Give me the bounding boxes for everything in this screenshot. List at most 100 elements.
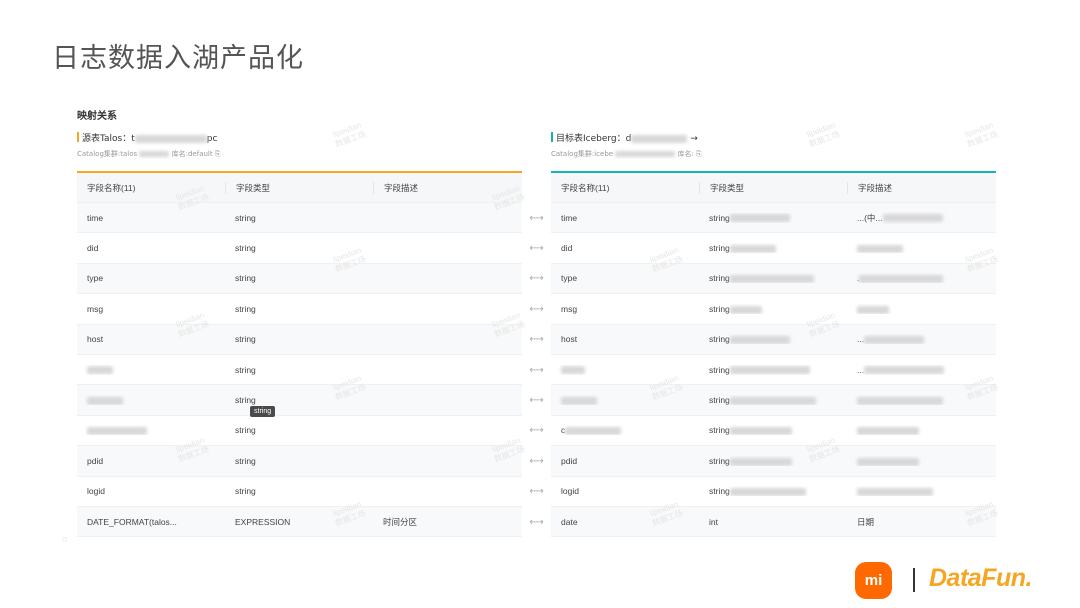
field-desc-cell [847,243,996,253]
field-type-cell: string [699,365,847,375]
field-type-cell: string [699,334,847,344]
target-name-redacted [631,134,688,143]
table-row[interactable]: type string. [551,263,996,295]
mapping-arrow-icon: ⟷ [529,212,544,224]
table-row[interactable]: host string [77,324,522,355]
redacted-text [87,427,147,436]
table-header-row: 字段名称(11) 字段类型 字段描述 [551,173,996,203]
table-row[interactable]: type string [77,263,522,295]
redacted-text [87,366,113,375]
field-name-cell [77,425,225,436]
xiaomi-logo: mi [855,562,892,599]
redacted-text [729,244,776,253]
table-row[interactable]: did string [77,233,522,264]
table-row[interactable]: DATE_FORMAT(talos... EXPRESSION 时间分区 [77,506,522,538]
redacted-text [729,305,762,314]
field-name-cell: pdid [561,455,578,466]
redacted-text [857,487,933,496]
mapping-arrow-icon: ⟷ [529,243,544,255]
table-row[interactable]: msg string [551,294,996,325]
table-row[interactable]: logid string [551,476,996,507]
source-label: 源表Talos： [82,134,132,144]
datafun-logo: DataFun. [929,564,1032,592]
table-row[interactable]: logid string [77,476,522,507]
field-name-cell: type [561,273,578,284]
field-type-cell: string [699,425,847,435]
table-row[interactable]: msg string [77,294,522,325]
watermark: lipeidian 数据工场 [805,120,842,149]
field-type-cell: string [235,364,256,375]
mapping-arrow-icon: ⟷ [529,364,544,376]
field-name-cell [77,365,225,375]
field-type-cell: string [699,243,847,253]
target-catalog: Catalog集群:icebe [551,150,614,158]
redacted-text [729,214,790,223]
table-row[interactable]: pdid string [551,446,996,477]
table-row[interactable]: string [77,354,522,386]
table-row[interactable]: string [551,385,996,416]
field-name-cell: type [87,273,104,284]
redacted-text [864,336,925,344]
field-type-cell: EXPRESSION [235,516,291,527]
source-field-table: 字段名称(11) 字段类型 字段描述 time string did string ty… [77,171,522,538]
redacted-text [859,275,944,284]
column-header-type: 字段类型 [225,181,373,194]
target-db: 库名: [677,150,694,158]
field-desc-cell: ... [847,365,996,375]
mapping-arrow-icon: ⟷ [529,486,544,498]
field-name-cell: c [551,425,699,435]
field-name-cell: DATE_FORMAT(talos... [87,516,177,527]
redacted-text [729,487,806,496]
source-db: 库名:default [171,150,213,158]
field-name-cell: host [561,334,578,345]
field-desc-cell: ... [847,334,996,344]
field-type-cell: string [235,486,256,497]
table-row[interactable]: string [77,385,522,416]
field-name-cell: date [561,516,578,527]
redacted-text [857,396,943,405]
redacted-text [857,305,889,314]
field-desc-cell [847,456,996,466]
copy-icon[interactable]: ⎘ [696,150,702,158]
logo-divider [913,568,915,592]
field-type-cell: string [699,456,847,466]
field-desc-cell [847,395,996,405]
table-header-row: 字段名称(11) 字段类型 字段描述 [77,173,522,203]
field-name-cell: did [561,243,573,254]
table-row[interactable]: string [77,415,522,447]
mapping-arrow-icon: ⟷ [529,516,544,528]
mapping-arrow-icon: ⟷ [529,303,544,315]
table-row[interactable]: pdid string [77,446,522,477]
target-table-heading: 目标表Iceberg：d → [551,131,698,144]
field-name-cell: logid [87,486,105,497]
field-desc-cell: 时间分区 [383,516,418,527]
field-name-cell: msg [87,303,104,314]
source-name-suffix: pc [206,134,218,144]
type-tooltip: string [250,406,276,417]
redacted-text [729,427,792,436]
column-header-type: 字段类型 [699,181,847,194]
field-name-cell [77,395,225,405]
mapping-arrows: ⟷ ⟷ ⟷ ⟷ ⟷ ⟷ ⟷ ⟷ ⟷ ⟷ ⟷ [522,203,551,537]
field-type-cell: string [699,486,847,496]
field-desc-cell: ...(中... [847,212,996,224]
target-accent-bar [551,132,553,142]
field-desc-cell: . [847,273,996,283]
field-type-cell: string [699,213,847,223]
target-link-arrow-icon[interactable]: → [690,134,698,144]
table-row[interactable]: date int 日期 [551,506,996,538]
table-row[interactable]: time string ...(中... [551,203,996,234]
table-row[interactable]: time string [77,203,522,234]
table-row[interactable]: host string... [551,324,996,355]
field-type-cell: string [235,334,256,345]
redacted-text [729,336,790,344]
side-handle-icon[interactable]: ◌ [62,534,67,544]
table-row[interactable]: did string [551,233,996,264]
target-field-table: 字段名称(11) 字段类型 字段描述 time string ...(中... did… [551,171,996,538]
copy-icon[interactable]: ⎘ [215,150,221,158]
field-name-cell [551,365,699,375]
table-row[interactable]: c string [551,415,996,447]
table-row[interactable]: string... [551,354,996,386]
field-desc-cell [847,486,996,496]
redacted-text [857,427,919,436]
